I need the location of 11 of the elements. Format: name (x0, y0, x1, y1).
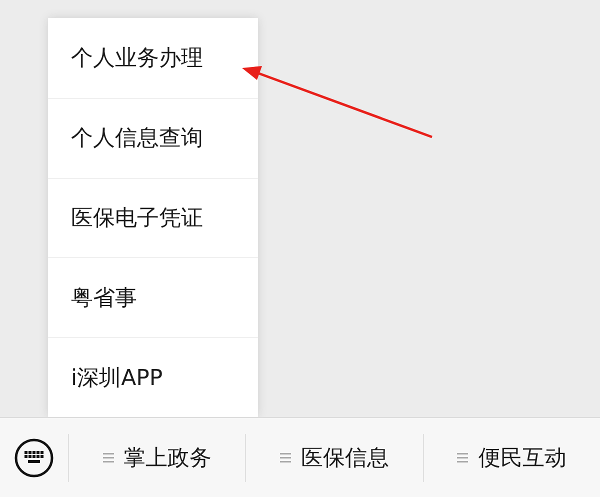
menu-item[interactable]: 粤省事 (48, 257, 258, 338)
list-icon (102, 452, 114, 463)
menu-item[interactable]: 个人信息查询 (48, 98, 258, 178)
list-icon (280, 452, 291, 463)
menu-item[interactable]: 医保电子凭证 (48, 178, 258, 258)
menu-tab[interactable]: 医保信息 (245, 434, 423, 482)
keyboard-icon[interactable] (14, 438, 54, 478)
menu-tab[interactable]: 掌上政务 (68, 434, 246, 482)
list-icon (457, 452, 468, 463)
menu-item[interactable]: 个人业务办理 (48, 18, 258, 98)
menu-tab[interactable]: 便民互动 (422, 434, 600, 482)
